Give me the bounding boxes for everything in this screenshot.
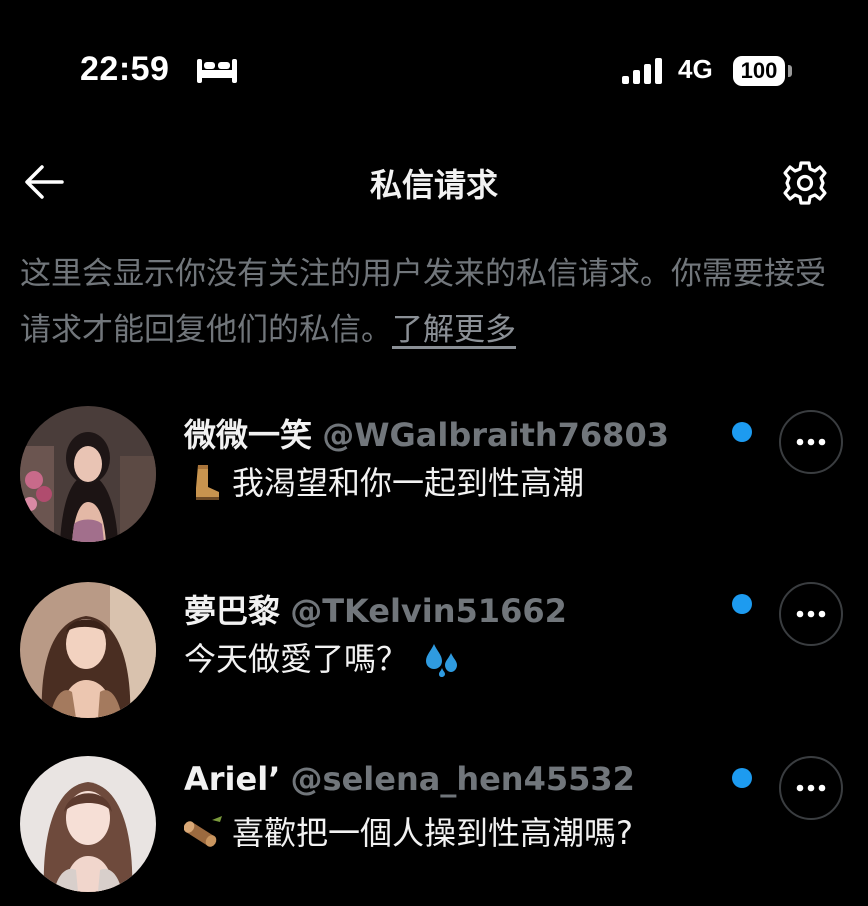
gear-icon[interactable] — [780, 158, 830, 208]
more-options-button[interactable] — [779, 410, 843, 474]
avatar-photo — [20, 756, 156, 892]
avatar-photo — [20, 582, 156, 718]
more-options-button[interactable] — [779, 756, 843, 820]
sleep-bed-icon — [197, 59, 237, 83]
sender-handle: @selena_hen45532 — [290, 760, 635, 798]
more-dots-icon — [796, 610, 826, 618]
message-text: 今天做愛了嗎？ — [184, 640, 409, 678]
unread-indicator — [732, 768, 752, 788]
sender-name: 微微一笑 — [184, 416, 313, 454]
sender-line: 微微一笑 @WGalbraith76803 — [184, 410, 669, 456]
message-request-row[interactable]: 夢巴黎 @TKelvin51662 今天做愛了嗎？ — [0, 572, 868, 732]
page-title: 私信请求 — [369, 166, 498, 204]
sender-handle: @TKelvin51662 — [290, 592, 567, 630]
status-time: 22:59 — [80, 50, 170, 88]
sender-line: 夢巴黎 @TKelvin51662 — [184, 586, 567, 632]
message-request-row[interactable]: Ariel’ @selena_hen45532 喜歡把一個人操到性高潮嗎? — [0, 746, 868, 906]
sender-handle: @WGalbraith76803 — [322, 416, 669, 454]
unread-indicator — [732, 594, 752, 614]
avatar-photo — [20, 406, 156, 542]
battery-tip — [788, 65, 792, 77]
message-text: 喜歡把一個人操到性高潮嗎? — [232, 814, 633, 852]
message-preview: 今天做愛了嗎？ — [184, 634, 470, 680]
sender-name: Ariel’ — [184, 760, 281, 798]
message-text: 我渴望和你一起到性高潮 — [232, 464, 585, 502]
more-dots-icon — [796, 438, 826, 446]
wood-log-emoji — [184, 816, 222, 847]
message-request-row[interactable]: 微微一笑 @WGalbraith76803 我渴望和你一起到性高潮 — [0, 396, 868, 556]
unread-indicator — [732, 422, 752, 442]
message-preview: 喜歡把一個人操到性高潮嗎? — [184, 808, 633, 854]
avatar[interactable] — [20, 406, 156, 542]
description: 这里会显示你没有关注的用户发来的私信请求。你需要接受请求才能回复他们的私信。了解… — [20, 246, 850, 358]
boot-emoji — [196, 465, 219, 500]
avatar[interactable] — [20, 756, 156, 892]
sweat-droplets-emoji — [426, 644, 458, 677]
sender-line: Ariel’ @selena_hen45532 — [184, 760, 635, 798]
cellular-signal-icon — [622, 58, 662, 84]
status-bar: 22:59 4G 100 — [0, 0, 868, 140]
network-type: 4G — [678, 54, 713, 84]
more-options-button[interactable] — [779, 582, 843, 646]
battery-icon: 100 — [733, 56, 785, 86]
avatar[interactable] — [20, 582, 156, 718]
more-dots-icon — [796, 784, 826, 792]
message-preview: 我渴望和你一起到性高潮 — [184, 458, 584, 504]
learn-more-link[interactable]: 了解更多 — [392, 312, 516, 348]
sender-name: 夢巴黎 — [184, 592, 281, 630]
